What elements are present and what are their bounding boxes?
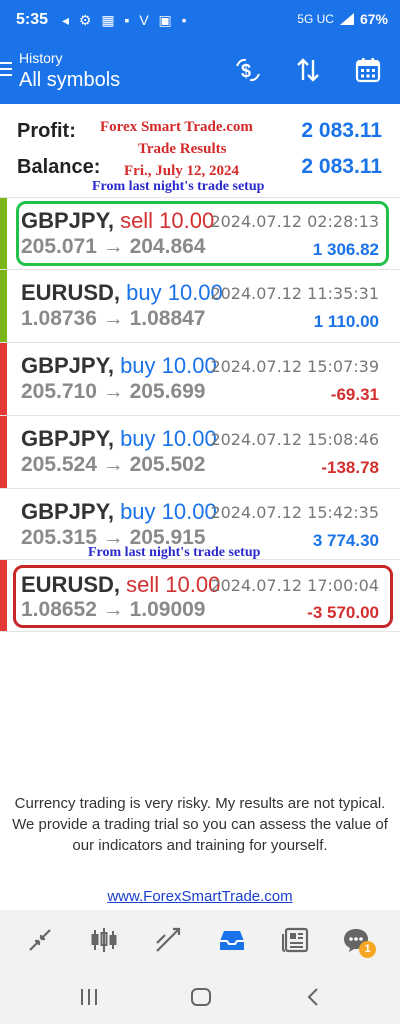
app-bar-title[interactable]: All symbols: [19, 69, 120, 92]
app-bar: History All symbols $: [0, 40, 400, 104]
chart-icon[interactable]: [86, 922, 122, 958]
trade-profit: 1 306.82: [312, 240, 379, 259]
website-link[interactable]: www.ForexSmartTrade.com: [0, 888, 400, 905]
balance-label: Balance:: [17, 156, 101, 178]
system-navigation: [0, 970, 400, 1024]
trade-time: 2024.07.12 02:28:13: [210, 212, 379, 231]
profit-label: Profit:: [17, 120, 76, 142]
trade-side: sell 10.00: [120, 208, 215, 233]
account-summary: Profit: 2 083.11 Balance: 2 083.11 Forex…: [0, 104, 400, 196]
trade-time: 2024.07.12 17:00:04: [210, 576, 379, 595]
trade-prices: 1.08736 → 1.08847: [21, 307, 206, 330]
trade-side: buy 10.00: [126, 280, 223, 305]
trade-profit: -69.31: [330, 385, 379, 404]
trade-side: buy 10.00: [120, 353, 217, 378]
menu-icon[interactable]: [0, 62, 12, 78]
trade-symbol: GBPJPY, buy 10.00: [21, 426, 217, 451]
trade-prices: 1.08652 → 1.09009: [21, 598, 206, 621]
result-bar: [0, 343, 7, 415]
trade-row[interactable]: EURUSD, buy 10.00 2024.07.12 11:35:31 1.…: [0, 270, 400, 343]
status-right: 5G UC 67%: [297, 11, 388, 27]
trade-symbol: GBPJPY, buy 10.00: [21, 353, 217, 378]
result-bar: [0, 198, 7, 269]
trade-prices: 205.524 → 205.502: [21, 453, 206, 476]
result-bar: [0, 270, 7, 342]
signal-icon: [339, 13, 354, 25]
trade-symbol: GBPJPY, buy 10.00: [21, 499, 217, 524]
trade-time: 2024.07.12 15:08:46: [210, 430, 379, 449]
trade-side: buy 10.00: [120, 499, 217, 524]
messages-icon[interactable]: 1: [338, 922, 376, 958]
trade-profit: 3 774.30: [312, 531, 379, 550]
trade-profit: 1 110.00: [313, 312, 379, 331]
notification-badge: 1: [359, 941, 376, 958]
trade-profit: -138.78: [321, 458, 379, 477]
overlay-site-title: Forex Smart Trade.com: [100, 119, 253, 135]
trade-icon[interactable]: [150, 922, 186, 958]
sort-icon[interactable]: [292, 54, 324, 86]
svg-text:$: $: [241, 61, 251, 81]
trade-row[interactable]: GBPJPY, buy 10.00 2024.07.12 15:42:35 20…: [0, 489, 400, 560]
trade-list: GBPJPY, sell 10.00 2024.07.12 02:28:13 2…: [0, 197, 400, 632]
trade-symbol: GBPJPY, sell 10.00: [21, 208, 215, 233]
trade-profit: -3 570.00: [307, 603, 379, 622]
history-icon[interactable]: [214, 922, 250, 958]
battery-level: 67%: [359, 11, 388, 27]
news-icon[interactable]: [278, 922, 314, 958]
overlay-date: Fri., July 12, 2024: [124, 163, 239, 179]
trade-row[interactable]: GBPJPY, buy 10.00 2024.07.12 15:07:39 20…: [0, 343, 400, 416]
back-icon[interactable]: [298, 984, 328, 1010]
result-bar: [0, 560, 7, 631]
trade-time: 2024.07.12 15:07:39: [210, 357, 379, 376]
trade-symbol: EURUSD, sell 10.00: [21, 572, 221, 597]
trade-prices: 205.071 → 204.864: [21, 235, 206, 258]
trade-side: sell 10.00: [126, 572, 221, 597]
recent-apps-icon[interactable]: [74, 984, 104, 1010]
disclaimer-text: Currency trading is very risky. My resul…: [12, 795, 388, 854]
currency-swap-icon[interactable]: $: [232, 54, 264, 86]
trade-time: 2024.07.12 11:35:31: [210, 284, 379, 303]
trade-row[interactable]: GBPJPY, sell 10.00 2024.07.12 02:28:13 2…: [0, 197, 400, 270]
overlay-trade-results: Trade Results: [138, 141, 227, 157]
balance-value: 2 083.11: [301, 155, 382, 178]
notification-icons: ◂ ⚙ ▦ ▪ V ▣ •: [62, 12, 190, 28]
trade-row[interactable]: EURUSD, sell 10.00 2024.07.12 17:00:04 1…: [0, 560, 400, 632]
status-time: 5:35: [16, 11, 49, 28]
trade-row[interactable]: GBPJPY, buy 10.00 2024.07.12 15:08:46 20…: [0, 416, 400, 489]
status-bar: 5:35 ◂ ⚙ ▦ ▪ V ▣ • 5G UC 67%: [0, 0, 400, 40]
profit-value: 2 083.11: [301, 119, 382, 142]
overlay-setup-note: From last night's trade setup: [88, 545, 261, 560]
calendar-icon[interactable]: [352, 54, 384, 86]
trade-time: 2024.07.12 15:42:35: [210, 503, 379, 522]
bottom-nav: 1: [0, 910, 400, 970]
quotes-icon[interactable]: [22, 922, 58, 958]
overlay-setup-note: From last night's trade setup: [92, 179, 265, 194]
result-bar: [0, 416, 7, 488]
trade-prices: 205.710 → 205.699: [21, 380, 206, 403]
trade-symbol: EURUSD, buy 10.00: [21, 280, 223, 305]
home-icon[interactable]: [186, 984, 216, 1010]
app-bar-subtitle: History: [19, 50, 63, 66]
network-label: 5G UC: [297, 12, 334, 26]
trade-side: buy 10.00: [120, 426, 217, 451]
